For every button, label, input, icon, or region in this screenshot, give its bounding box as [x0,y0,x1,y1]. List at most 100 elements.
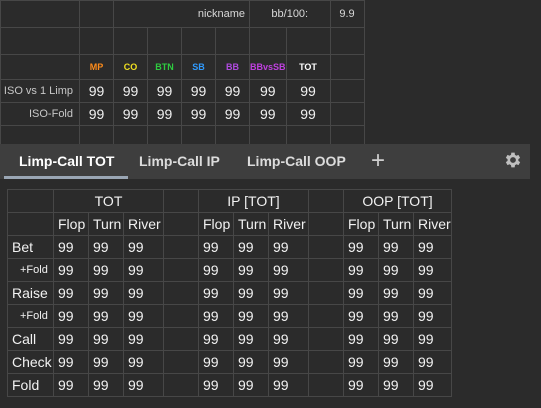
stat-cell[interactable]: 99 [233,304,269,328]
stat-cell[interactable]: 99 [378,373,414,397]
stat-cell[interactable]: 99 [413,304,452,328]
stat-cell[interactable]: 99 [88,258,124,282]
stat-cell[interactable]: 99 [88,327,124,351]
stat-cell[interactable]: 99 [233,235,269,259]
position-header: SB [181,54,216,80]
nickname-label[interactable]: nickname [113,0,250,28]
stat-cell[interactable]: 99 [147,79,182,103]
stat-cell[interactable]: 99 [53,258,89,282]
row-label: Raise [7,281,54,305]
position-header: CO [113,54,148,80]
row-label-iso-fold: ISO-Fold [0,102,80,126]
stat-cell[interactable]: 99 [268,327,309,351]
empty-cell [0,27,80,55]
stat-cell[interactable]: 99 [378,235,414,259]
stat-cell[interactable]: 99 [233,258,269,282]
stat-cell[interactable]: 99 [343,327,379,351]
stat-cell[interactable]: 99 [268,304,309,328]
table-row: Bet 99 99 99 99 99 99 99 99 99 [7,235,452,259]
stat-cell[interactable]: 99 [343,281,379,305]
plus-icon[interactable]: + [371,147,385,175]
stat-cell[interactable]: 99 [147,102,182,126]
gear-icon[interactable] [503,150,523,170]
stat-cell[interactable]: 99 [181,102,216,126]
stat-cell[interactable]: 99 [53,350,89,374]
stat-cell[interactable]: 99 [198,281,234,305]
stat-cell[interactable]: 99 [53,304,89,328]
stat-cell[interactable]: 99 [343,304,379,328]
stat-cell[interactable]: 99 [343,350,379,374]
tab-limp-call-oop[interactable]: Limp-Call OOP [247,144,346,179]
stat-cell[interactable]: 99 [413,235,452,259]
stat-cell[interactable]: 99 [79,79,114,103]
empty-cell [329,79,365,103]
stat-cell[interactable]: 99 [413,373,452,397]
stat-cell[interactable]: 99 [123,281,164,305]
stat-cell[interactable]: 99 [53,235,89,259]
stat-cell[interactable]: 99 [123,373,164,397]
stat-cell[interactable]: 99 [79,102,114,126]
stat-cell[interactable]: 99 [378,304,414,328]
stat-cell[interactable]: 99 [378,350,414,374]
stat-cell[interactable]: 99 [198,258,234,282]
stat-cell[interactable]: 99 [233,327,269,351]
stat-cell[interactable]: 99 [113,79,148,103]
stat-cell[interactable]: 99 [413,327,452,351]
stat-cell[interactable]: 99 [123,350,164,374]
stat-cell[interactable]: 99 [198,327,234,351]
stat-cell[interactable]: 99 [88,373,124,397]
stat-cell[interactable]: 99 [378,281,414,305]
stat-cell[interactable]: 99 [88,281,124,305]
stat-cell[interactable]: 99 [268,373,309,397]
stat-cell[interactable]: 99 [285,102,331,126]
stat-cell[interactable]: 99 [413,258,452,282]
stat-cell[interactable]: 99 [378,327,414,351]
stat-cell[interactable]: 99 [88,350,124,374]
stat-cell[interactable]: 99 [123,304,164,328]
stat-cell[interactable]: 99 [53,327,89,351]
stat-cell[interactable]: 99 [198,350,234,374]
tab-limp-call-tot[interactable]: Limp-Call TOT [3,144,129,179]
stat-cell[interactable]: 99 [343,258,379,282]
stat-cell[interactable]: 99 [343,235,379,259]
empty-cell [163,350,199,374]
stat-cell[interactable]: 99 [233,350,269,374]
stat-cell[interactable]: 99 [413,350,452,374]
street-header-river: River [268,212,309,236]
street-header-river: River [123,212,164,236]
stat-cell[interactable]: 99 [285,79,331,103]
street-header-turn: Turn [88,212,124,236]
stat-cell[interactable]: 99 [113,102,148,126]
empty-cell [163,304,199,328]
stat-cell[interactable]: 99 [198,235,234,259]
stat-cell[interactable]: 99 [53,373,89,397]
stat-cell[interactable]: 99 [123,258,164,282]
stat-cell[interactable]: 99 [249,102,287,126]
stat-cell[interactable]: 99 [88,304,124,328]
stat-cell[interactable]: 99 [215,102,250,126]
stat-cell[interactable]: 99 [123,327,164,351]
stat-cell[interactable]: 99 [233,281,269,305]
stat-cell[interactable]: 99 [233,373,269,397]
stat-cell[interactable]: 99 [198,373,234,397]
stat-cell[interactable]: 99 [88,235,124,259]
stat-cell[interactable]: 99 [268,350,309,374]
empty-cell [7,212,54,236]
stat-cell[interactable]: 99 [53,281,89,305]
stat-cell[interactable]: 99 [198,304,234,328]
tab-limp-call-ip[interactable]: Limp-Call IP [139,144,220,179]
row-label: Bet [7,235,54,259]
stat-cell[interactable]: 99 [268,235,309,259]
stat-cell[interactable]: 99 [343,373,379,397]
empty-cell [308,327,344,351]
stat-cell[interactable]: 99 [268,258,309,282]
stat-cell[interactable]: 99 [268,281,309,305]
stat-cell[interactable]: 99 [413,281,452,305]
stat-cell[interactable]: 99 [215,79,250,103]
table-row: +Fold 99 99 99 99 99 99 99 99 99 [7,304,452,328]
stat-cell[interactable]: 99 [123,235,164,259]
stat-cell[interactable]: 99 [249,79,287,103]
empty-cell [163,327,199,351]
stat-cell[interactable]: 99 [378,258,414,282]
stat-cell[interactable]: 99 [181,79,216,103]
